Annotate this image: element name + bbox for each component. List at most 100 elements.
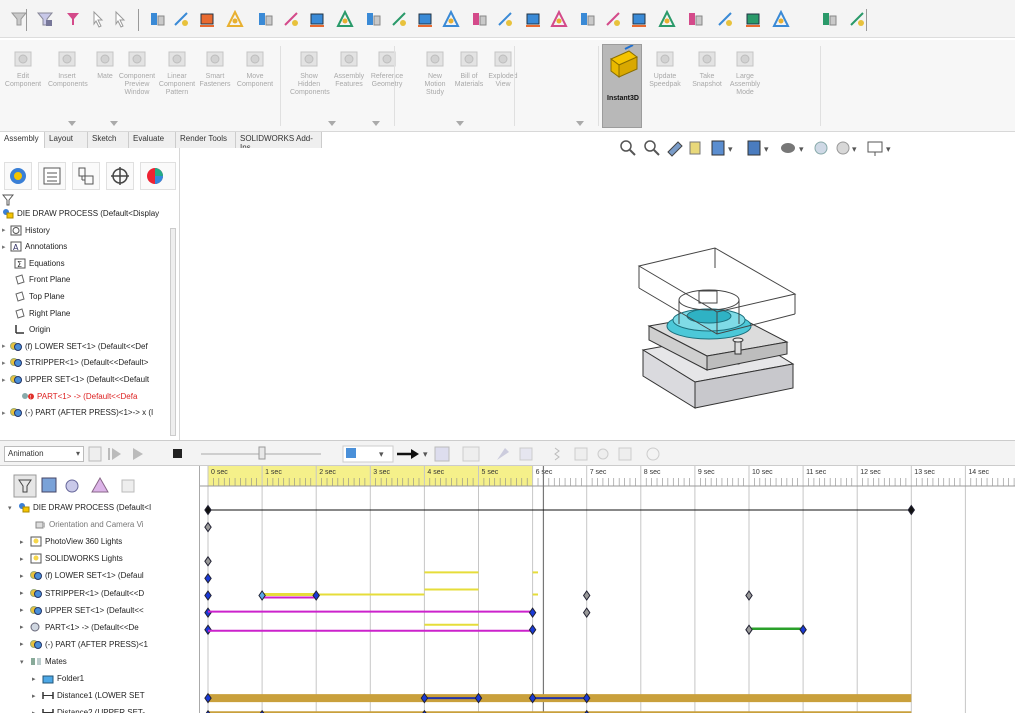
linear-pattern-button[interactable]: Linear Component Pattern — [158, 48, 196, 97]
apply-scene-icon[interactable]: ▾ — [836, 141, 857, 155]
preview-window-button[interactable]: Component Preview Window — [118, 48, 156, 97]
select-icon[interactable] — [90, 10, 108, 28]
tab-display-manager[interactable] — [140, 162, 176, 190]
keypoint[interactable] — [204, 504, 212, 516]
show-hidden-button[interactable]: Show Hidden Components — [290, 48, 330, 97]
feature-tree-scrollbar[interactable] — [170, 228, 176, 436]
animation-wizard-icon[interactable] — [434, 446, 450, 462]
expand-arrow-icon[interactable]: ▸ — [32, 692, 42, 700]
filter-selected-icon[interactable] — [65, 479, 79, 493]
spring-icon[interactable] — [554, 447, 560, 461]
feature-tree-item[interactable]: ▸ UPPER SET<1> (Default<<Default — [2, 374, 149, 390]
tb-icon-29[interactable] — [744, 10, 762, 28]
filter-edges-icon[interactable] — [64, 10, 82, 28]
expand-arrow-icon[interactable]: ▸ — [32, 709, 42, 713]
expand-arrow-icon[interactable]: ▸ — [2, 342, 10, 350]
view-settings-icon[interactable]: ▾ — [867, 141, 891, 156]
motion-tree-item[interactable]: ▾ DIE DRAW PROCESS (Default<I — [8, 502, 151, 519]
feature-tree-item[interactable]: ▸ (-) PART (AFTER PRESS)<1>-> x (I — [2, 407, 153, 423]
tab-feature-manager[interactable] — [4, 162, 32, 190]
instant3d-button[interactable]: Instant3D — [602, 44, 642, 128]
tb-icon-22[interactable] — [550, 10, 568, 28]
move-component-button[interactable]: Move Component — [236, 48, 274, 89]
assembly-features-button[interactable]: Assembly Features — [330, 48, 368, 89]
edit-component-button[interactable]: Edit Component — [4, 48, 42, 89]
tb-icon-14[interactable] — [336, 10, 354, 28]
feature-tree-item[interactable]: DIE DRAW PROCESS (Default<Display — [2, 208, 159, 224]
motion-study-button[interactable]: New Motion Study — [416, 48, 454, 97]
play-from-start-icon[interactable] — [108, 448, 121, 460]
feature-tree-item[interactable]: Top Plane — [14, 291, 65, 307]
stop-icon[interactable] — [173, 449, 182, 458]
motion-tree-item[interactable]: ▸ (f) LOWER SET<1> (Defaul — [20, 570, 144, 587]
tb-icon-15[interactable] — [364, 10, 382, 28]
keypoint[interactable] — [528, 607, 537, 618]
reference-geometry-button[interactable]: Reference Geometry — [368, 48, 406, 89]
tb-icon-12[interactable] — [282, 10, 300, 28]
expand-arrow-icon[interactable]: ▸ — [20, 589, 30, 597]
expand-arrow-icon[interactable]: ▸ — [20, 606, 30, 614]
tb-icon-21[interactable] — [524, 10, 542, 28]
exploded-view-button[interactable]: Exploded View — [484, 48, 522, 89]
keypoint[interactable] — [204, 573, 212, 584]
tb-icon-30[interactable] — [772, 10, 790, 28]
motion-tree-item[interactable]: ▸ PART<1> -> (Default<<De — [20, 622, 139, 639]
motion-tree-item[interactable]: ▸ Distance2 (UPPER SET- — [32, 707, 145, 713]
view-orientation-icon[interactable]: ▾ — [711, 140, 733, 156]
timeline-canvas[interactable]: 0 sec 1 sec 2 sec 3 sec 4 sec 5 sec 6 sec 7 sec… — [200, 466, 1015, 713]
expand-arrow-icon[interactable]: ▸ — [2, 376, 10, 384]
motion-tree-item[interactable]: ▸ STRIPPER<1> (Default<<D — [20, 588, 144, 605]
filter-animated-icon[interactable] — [13, 474, 37, 498]
ribbon-dropdown-arrow-icon[interactable] — [68, 118, 76, 126]
edit-appearance-icon[interactable] — [814, 141, 828, 155]
play-icon[interactable] — [133, 448, 143, 460]
ribbon-dropdown-arrow-icon[interactable] — [372, 118, 380, 126]
expand-arrow-icon[interactable]: ▸ — [2, 359, 10, 367]
smart-fasteners-button[interactable]: Smart Fasteners — [196, 48, 234, 89]
ribbon-dropdown-arrow-icon[interactable] — [456, 118, 464, 126]
tab-configuration-manager[interactable] — [72, 162, 100, 190]
tb-icon-8[interactable] — [172, 10, 190, 28]
selection-filter-icon[interactable] — [112, 10, 130, 28]
tb-icon-9[interactable] — [198, 10, 216, 28]
playback-mode-select[interactable]: ▾ — [342, 445, 394, 463]
tab-layout[interactable]: Layout — [45, 132, 88, 148]
bom-button[interactable]: Bill of Materials — [450, 48, 488, 89]
feature-tree-item[interactable]: Origin — [14, 324, 50, 340]
keypoint[interactable] — [528, 624, 537, 636]
expand-arrow-icon[interactable]: ▸ — [20, 555, 30, 563]
expand-arrow-icon[interactable]: ▾ — [20, 658, 30, 666]
expand-arrow-icon[interactable]: ▸ — [20, 623, 30, 631]
feature-tree-item[interactable]: Front Plane — [14, 274, 70, 290]
tab-render-tools[interactable]: Render Tools — [176, 132, 236, 148]
keypoint[interactable] — [258, 590, 266, 601]
study-type-select[interactable]: Animation ▾ — [4, 446, 84, 462]
keypoint[interactable] — [907, 504, 916, 516]
results-plots-icon[interactable] — [618, 447, 632, 461]
feature-tree-item[interactable]: Right Plane — [14, 307, 70, 324]
display-style-icon[interactable]: ▾ — [747, 140, 769, 156]
playback-speed-slider[interactable] — [201, 446, 321, 460]
tab-property-manager[interactable] — [38, 162, 66, 190]
feature-tree-item[interactable]: Σ Equations — [14, 258, 65, 274]
section-view-icon[interactable] — [689, 141, 701, 155]
large-assembly-button[interactable]: Large Assembly Mode — [726, 48, 764, 97]
tb-icon-16[interactable] — [390, 10, 408, 28]
motion-tree-item[interactable]: ▸ (-) PART (AFTER PRESS)<1 — [20, 639, 148, 656]
tb-icon-19[interactable] — [470, 10, 488, 28]
expand-arrow-icon[interactable]: ▸ — [2, 243, 10, 251]
motion-tree-item[interactable]: ▸ SOLIDWORKS Lights — [20, 553, 123, 570]
keypoint[interactable] — [582, 590, 591, 601]
tb-icon-24[interactable] — [604, 10, 622, 28]
previous-view-icon[interactable] — [667, 141, 683, 157]
expand-arrow-icon[interactable]: ▸ — [20, 538, 30, 546]
speedpak-button[interactable]: Update Speedpak — [646, 48, 684, 89]
feature-tree-item[interactable]: ▸ A Annotations — [2, 241, 67, 257]
hide-show-items-icon[interactable]: ▾ — [781, 143, 804, 154]
filter-faces-icon[interactable] — [36, 10, 54, 28]
keypoint[interactable] — [204, 555, 212, 567]
tb-icon-7[interactable] — [148, 10, 166, 28]
motion-tree-item[interactable]: ▸ Folder1 — [32, 673, 84, 690]
feature-tree-item[interactable]: ! PART<1> -> (Default<<Defa — [22, 391, 137, 407]
motion-study-properties-icon[interactable] — [646, 447, 660, 461]
